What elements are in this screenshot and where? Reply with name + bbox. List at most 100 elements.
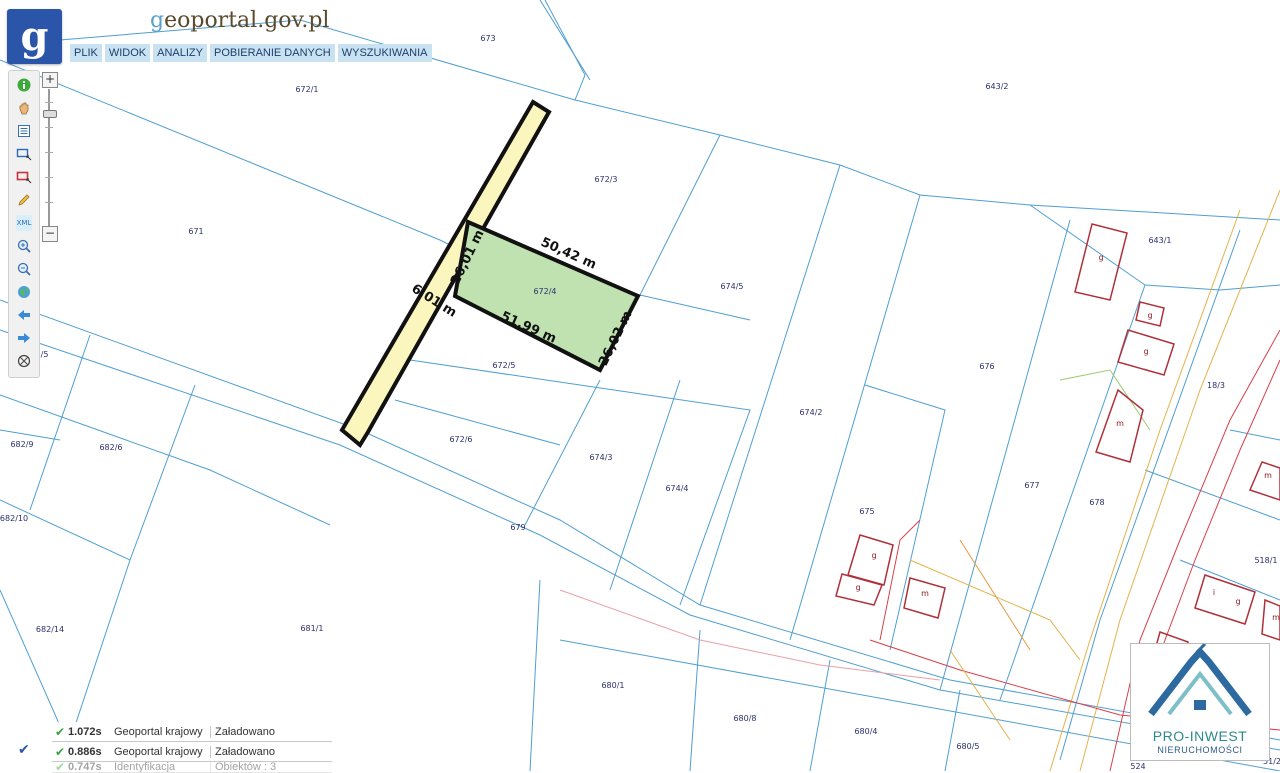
parcel-label: 678 bbox=[1089, 498, 1104, 507]
status-row: ✔ 0.886s Geoportal krajowy Załadowano bbox=[52, 742, 332, 762]
site-title-mark: g bbox=[150, 8, 165, 33]
select-feature-icon[interactable] bbox=[16, 169, 32, 185]
building-label: g bbox=[1098, 253, 1103, 262]
check-icon: ✔ bbox=[54, 724, 66, 739]
status-time: 0.886s bbox=[68, 745, 102, 758]
parcel-label: 676 bbox=[979, 362, 994, 371]
status-state: Załadowano bbox=[215, 745, 275, 758]
status-time: 1.072s bbox=[68, 725, 102, 738]
parcel-label: 680/5 bbox=[956, 742, 979, 751]
menu-wyszukiwania[interactable]: WYSZUKIWANIA bbox=[337, 44, 432, 62]
status-source: Geoportal krajowy bbox=[114, 725, 211, 738]
parcel-label: 671 bbox=[188, 227, 203, 236]
building-labels: g g g m g m g m i g m m bbox=[855, 253, 1280, 664]
status-row: ✔ 1.072s Geoportal krajowy Załadowano bbox=[52, 722, 332, 742]
parcel-label: 680/1 bbox=[601, 681, 624, 690]
watermark-title: PRO-INWEST bbox=[1152, 728, 1248, 744]
xml-icon[interactable]: XML bbox=[16, 215, 32, 231]
zoom-tick bbox=[45, 202, 53, 203]
parcel-label: 675 bbox=[859, 507, 874, 516]
globe-icon[interactable] bbox=[16, 284, 32, 300]
status-row: ✔ 0.747s Identyfikacja Obiektów : 3 bbox=[52, 762, 332, 773]
status-state: Obiektów : 3 bbox=[215, 762, 277, 773]
back-arrow-icon[interactable] bbox=[16, 307, 32, 323]
parcel-label: 680/8 bbox=[733, 714, 756, 723]
parcel-label: 518/1 bbox=[1254, 556, 1277, 565]
menu-analizy[interactable]: ANALIZY bbox=[153, 44, 207, 62]
status-state: Załadowano bbox=[215, 725, 275, 738]
parcel-label: 524 bbox=[1130, 762, 1145, 771]
parcel-label: 674/5 bbox=[720, 282, 743, 291]
building-label: g bbox=[1235, 597, 1240, 606]
zoom-out-icon[interactable] bbox=[16, 261, 32, 277]
forward-arrow-icon[interactable] bbox=[16, 330, 32, 346]
status-source: Identyfikacja bbox=[114, 762, 211, 772]
zoom-out-button[interactable]: − bbox=[42, 226, 58, 242]
parcel-label: 674/4 bbox=[665, 484, 688, 493]
select-area-icon[interactable] bbox=[16, 146, 32, 162]
zoom-tick bbox=[45, 152, 53, 153]
parcel-label: 680/4 bbox=[854, 727, 877, 736]
site-title-rest: eoportal.gov.pl bbox=[164, 8, 330, 33]
parcel-label: 672/6 bbox=[449, 435, 472, 444]
status-source: Geoportal krajowy bbox=[114, 745, 211, 758]
parcel-label: 643/2 bbox=[985, 82, 1008, 91]
parcel-label: 643/1 bbox=[1148, 236, 1171, 245]
zoom-slider[interactable]: + − bbox=[42, 72, 58, 244]
parcel-label: 682/10 bbox=[0, 514, 28, 523]
parcel-label: 672/5 bbox=[492, 361, 515, 370]
parcel-label: 682/14 bbox=[36, 625, 64, 634]
site-title: geoportal.gov.pl bbox=[150, 8, 329, 33]
parcel-label: 681/1 bbox=[300, 624, 323, 633]
parcel-boundaries bbox=[0, 0, 1280, 771]
crosshair-icon[interactable] bbox=[16, 353, 32, 369]
zoom-in-button[interactable]: + bbox=[42, 72, 58, 88]
building-label: m bbox=[1272, 613, 1280, 622]
zoom-handle[interactable] bbox=[43, 110, 57, 118]
buildings bbox=[835, 223, 1280, 679]
main-menu: PLIK WIDOK ANALIZY POBIERANIE DANYCH WYS… bbox=[70, 44, 432, 62]
parcel-label: 674/2 bbox=[799, 408, 822, 417]
house-logo-icon bbox=[1148, 642, 1252, 717]
zoom-tick bbox=[45, 177, 53, 178]
pan-hand-icon[interactable] bbox=[16, 100, 32, 116]
building-label: i bbox=[1213, 588, 1215, 597]
building-label: m bbox=[1116, 419, 1124, 428]
pro-inwest-watermark: PRO-INWEST NIERUCHOMOŚCI bbox=[1130, 642, 1270, 761]
menu-plik[interactable]: PLIK bbox=[70, 44, 102, 62]
parcel-label: 18/3 bbox=[1207, 381, 1225, 390]
geoportal-logo[interactable]: g bbox=[7, 9, 62, 64]
menu-widok[interactable]: WIDOK bbox=[104, 44, 151, 62]
watermark-subtitle: NIERUCHOMOŚCI bbox=[1157, 745, 1243, 755]
parcel-label: 682/6 bbox=[99, 443, 122, 452]
parcel-label: 674/3 bbox=[589, 453, 612, 462]
building-label: m bbox=[1264, 471, 1272, 480]
load-status-panel: ✔ 1.072s Geoportal krajowy Załadowano ✔ … bbox=[52, 722, 332, 773]
parcel-label: 677 bbox=[1024, 481, 1039, 490]
status-time: 0.747s bbox=[68, 762, 102, 773]
parcel-label: 682/9 bbox=[10, 440, 33, 449]
check-icon: ✔ bbox=[54, 762, 66, 773]
building-label: g bbox=[855, 583, 860, 592]
menu-pobieranie-danych[interactable]: POBIERANIE DANYCH bbox=[210, 44, 335, 62]
pencil-icon[interactable] bbox=[16, 192, 32, 208]
status-toggle-icon[interactable]: ✔ bbox=[18, 742, 30, 758]
parcel-label: 673 bbox=[480, 34, 495, 43]
parcel-label: 679 bbox=[510, 523, 525, 532]
building-label: g bbox=[871, 551, 876, 560]
zoom-tick bbox=[45, 102, 53, 103]
logo-letter: g bbox=[20, 12, 49, 60]
building-label: m bbox=[921, 589, 929, 598]
map-toolbar: XML bbox=[8, 70, 40, 378]
parcel-label: 672/1 bbox=[295, 85, 318, 94]
check-icon: ✔ bbox=[54, 744, 66, 759]
building-label: g bbox=[1147, 311, 1152, 320]
map-canvas[interactable]: g g g m g m g m i g m m 50,42 m 51,99 m … bbox=[0, 0, 1280, 771]
zoom-in-icon[interactable] bbox=[16, 238, 32, 254]
parcel-label: 672/4 bbox=[533, 287, 556, 296]
building-label: g bbox=[1143, 347, 1148, 356]
parcel-label: 672/3 bbox=[594, 175, 617, 184]
zoom-tick bbox=[45, 127, 53, 128]
layers-icon[interactable] bbox=[16, 123, 32, 139]
info-icon[interactable] bbox=[16, 77, 32, 93]
